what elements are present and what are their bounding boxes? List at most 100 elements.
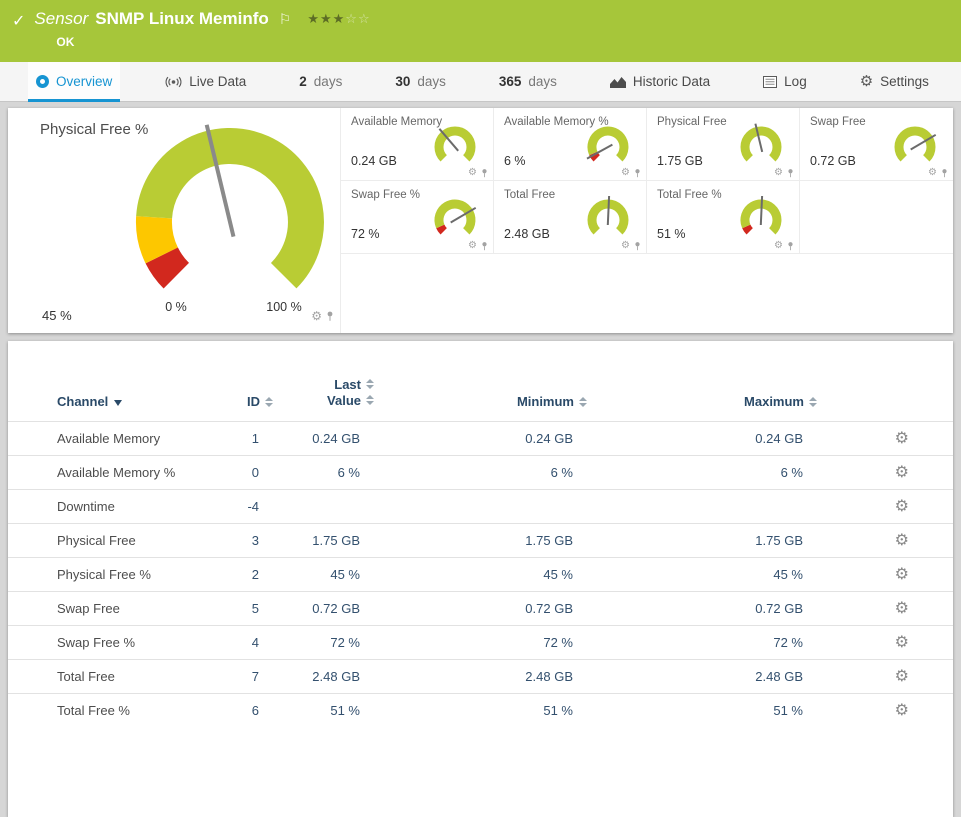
channel-minimum: 1.75 GB xyxy=(374,524,587,558)
channel-name[interactable]: Total Free xyxy=(8,660,221,694)
column-header-id[interactable]: ID xyxy=(221,377,273,422)
channel-name[interactable]: Total Free % xyxy=(8,694,221,728)
gauge-cell-empty xyxy=(800,181,953,254)
sensor-tab-bar: Overview Live Data 2 days 30 days 365 da… xyxy=(0,62,961,102)
table-row[interactable]: Swap Free 5 0.72 GB 0.72 GB 0.72 GB ⚙ xyxy=(8,592,953,626)
channel-minimum: 51 % xyxy=(374,694,587,728)
channel-minimum xyxy=(374,490,587,524)
mini-gauge xyxy=(429,122,481,172)
column-header-channel[interactable]: Channel xyxy=(8,377,221,422)
gauge-pin-icon[interactable] xyxy=(787,168,794,178)
gauge-settings-gear-icon[interactable]: ⚙ xyxy=(468,168,477,178)
tab-2-days[interactable]: 2 days xyxy=(291,62,350,101)
channel-last-value: 2.48 GB xyxy=(273,660,374,694)
channel-settings-icon[interactable]: ⚙ xyxy=(895,668,909,685)
table-row[interactable]: Available Memory 1 0.24 GB 0.24 GB 0.24 … xyxy=(8,422,953,456)
gauge-settings-gear-icon[interactable]: ⚙ xyxy=(621,168,630,178)
channel-last-value: 45 % xyxy=(273,558,374,592)
gauge-pin-icon[interactable] xyxy=(326,310,334,322)
channel-minimum: 0.72 GB xyxy=(374,592,587,626)
channel-maximum: 72 % xyxy=(587,626,817,660)
gauge-settings-gear-icon[interactable]: ⚙ xyxy=(468,241,477,251)
gauge-pin-icon[interactable] xyxy=(787,241,794,251)
gauge-cell-available-memory-pct: Available Memory % 6 % ⚙ xyxy=(494,108,647,181)
tab-overview[interactable]: Overview xyxy=(28,62,120,101)
table-row[interactable]: Swap Free % 4 72 % 72 % 72 % ⚙ xyxy=(8,626,953,660)
tab-log[interactable]: Log xyxy=(755,62,815,101)
priority-flag-icon[interactable]: ⚐ xyxy=(279,11,292,28)
stars-empty: ☆☆ xyxy=(345,11,370,26)
gauge-pin-icon[interactable] xyxy=(481,241,488,251)
gauge-pin-icon[interactable] xyxy=(634,168,641,178)
tab-30-days[interactable]: 30 days xyxy=(387,62,454,101)
gauge-settings-gear-icon[interactable]: ⚙ xyxy=(311,310,322,322)
gauge-settings-gear-icon[interactable]: ⚙ xyxy=(928,168,937,178)
tab-settings[interactable]: ⚙ Settings xyxy=(852,62,937,101)
mini-gauge xyxy=(429,195,481,245)
table-row[interactable]: Physical Free % 2 45 % 45 % 45 % ⚙ xyxy=(8,558,953,592)
channel-maximum: 45 % xyxy=(587,558,817,592)
gauge-cell-swap-free: Swap Free 0.72 GB ⚙ xyxy=(800,108,953,181)
channel-maximum: 51 % xyxy=(587,694,817,728)
gauge-cell-swap-free-pct: Swap Free % 72 % ⚙ xyxy=(341,181,494,254)
channel-settings-icon[interactable]: ⚙ xyxy=(895,498,909,515)
mini-gauge xyxy=(582,195,634,245)
mini-gauge xyxy=(735,195,787,245)
channel-minimum: 45 % xyxy=(374,558,587,592)
channel-name[interactable]: Swap Free % xyxy=(8,626,221,660)
channel-settings-icon[interactable]: ⚙ xyxy=(895,566,909,583)
sort-desc-icon xyxy=(114,400,122,406)
channel-name[interactable]: Available Memory xyxy=(8,422,221,456)
channel-name[interactable]: Physical Free xyxy=(8,524,221,558)
gauge-cell-total-free: Total Free 2.48 GB ⚙ xyxy=(494,181,647,254)
gauge-pin-icon[interactable] xyxy=(941,168,948,178)
gauges-panel: Physical Free % 0 % 100 % 45 % ⚙ Availab… xyxy=(8,108,953,333)
table-header-row: Channel ID Last Value Minimum Maximum xyxy=(8,377,953,422)
channel-settings-icon[interactable]: ⚙ xyxy=(895,702,909,719)
gauge-pin-icon[interactable] xyxy=(481,168,488,178)
mini-gauge-title: Physical Free xyxy=(657,116,727,128)
channel-minimum: 6 % xyxy=(374,456,587,490)
column-header-maximum[interactable]: Maximum xyxy=(587,377,817,422)
tab-live-data[interactable]: Live Data xyxy=(157,62,254,101)
tab-365-days[interactable]: 365 days xyxy=(491,62,565,101)
column-header-last-value[interactable]: Last Value xyxy=(273,377,374,422)
gauge-cell-available-memory: Available Memory 0.24 GB ⚙ xyxy=(341,108,494,181)
gauge-value-label: 45 % xyxy=(42,308,72,323)
channel-name[interactable]: Physical Free % xyxy=(8,558,221,592)
historic-data-chart-icon xyxy=(610,76,626,88)
column-header-minimum[interactable]: Minimum xyxy=(374,377,587,422)
tab-historic-data[interactable]: Historic Data xyxy=(602,62,718,101)
gauge-max-label: 100 % xyxy=(259,300,309,314)
table-row[interactable]: Total Free 7 2.48 GB 2.48 GB 2.48 GB ⚙ xyxy=(8,660,953,694)
channel-name[interactable]: Downtime xyxy=(8,490,221,524)
channel-minimum: 72 % xyxy=(374,626,587,660)
mini-gauge-value: 6 % xyxy=(504,154,526,168)
channel-settings-icon[interactable]: ⚙ xyxy=(895,600,909,617)
tab-label: days xyxy=(314,74,343,89)
priority-stars[interactable]: ★★★☆☆ xyxy=(307,11,370,27)
gauge-settings-gear-icon[interactable]: ⚙ xyxy=(774,241,783,251)
channel-settings-icon[interactable]: ⚙ xyxy=(895,532,909,549)
channel-settings-icon[interactable]: ⚙ xyxy=(895,430,909,447)
table-row[interactable]: Physical Free 3 1.75 GB 1.75 GB 1.75 GB … xyxy=(8,524,953,558)
tab-label: days xyxy=(528,74,557,89)
gauge-action-icons: ⚙ xyxy=(928,168,948,178)
channel-id: 5 xyxy=(221,592,273,626)
channel-maximum: 1.75 GB xyxy=(587,524,817,558)
channel-settings-icon[interactable]: ⚙ xyxy=(895,634,909,651)
table-row[interactable]: Available Memory % 0 6 % 6 % 6 % ⚙ xyxy=(8,456,953,490)
table-row[interactable]: Downtime -4 ⚙ xyxy=(8,490,953,524)
sensor-header: ✓ Sensor SNMP Linux Meminfo ⚐ ★★★☆☆ OK xyxy=(0,0,961,62)
gauge-action-icons: ⚙ xyxy=(621,241,641,251)
channel-name[interactable]: Available Memory % xyxy=(8,456,221,490)
channel-id: 0 xyxy=(221,456,273,490)
channel-settings-icon[interactable]: ⚙ xyxy=(895,464,909,481)
table-row[interactable]: Total Free % 6 51 % 51 % 51 % ⚙ xyxy=(8,694,953,728)
mini-gauge-value: 72 % xyxy=(351,227,380,241)
tab-label: days xyxy=(417,74,446,89)
gauge-settings-gear-icon[interactable]: ⚙ xyxy=(774,168,783,178)
channel-name[interactable]: Swap Free xyxy=(8,592,221,626)
gauge-settings-gear-icon[interactable]: ⚙ xyxy=(621,241,630,251)
gauge-pin-icon[interactable] xyxy=(634,241,641,251)
